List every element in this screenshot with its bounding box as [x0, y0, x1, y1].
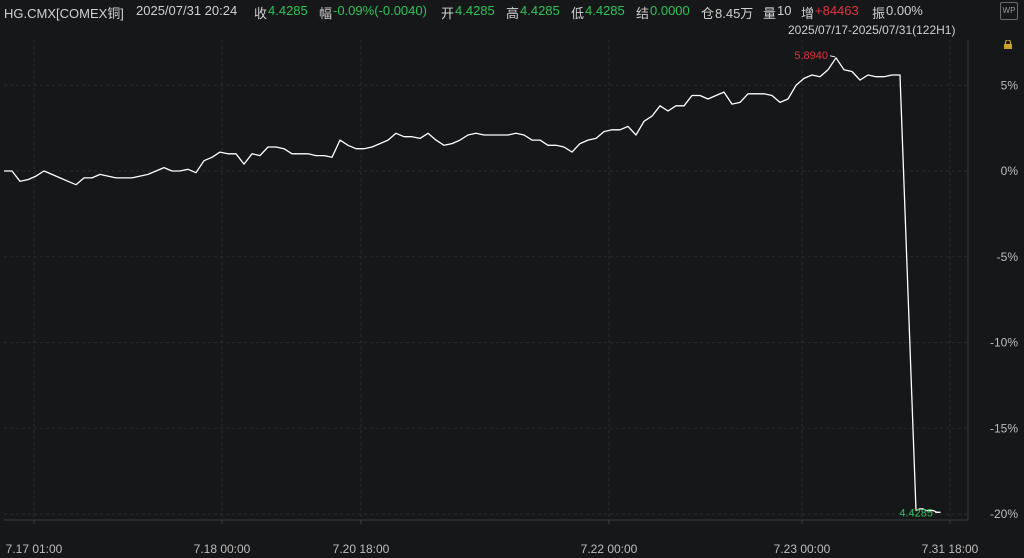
price-chart[interactable]: 5% 0% -5% -10% -15% -20% 7.17 01:00 7.18 00:00 7…	[0, 0, 1024, 558]
y-tick-label: 5%	[1001, 78, 1019, 92]
y-tick-label: -15%	[990, 421, 1018, 435]
x-tick-label: 7.31 18:00	[922, 542, 979, 556]
max-price-label: 5.8940	[794, 50, 828, 62]
y-tick-label: -20%	[990, 507, 1018, 521]
y-tick-label: -5%	[997, 250, 1019, 264]
price-line	[4, 57, 941, 513]
x-tick-label: 7.17 01:00	[6, 542, 63, 556]
x-tick-label: 7.23 00:00	[774, 542, 831, 556]
y-tick-label: -10%	[990, 336, 1018, 350]
min-price-label: 4.4285	[899, 507, 933, 519]
x-tick-label: 7.22 00:00	[581, 542, 638, 556]
x-tick-label: 7.18 00:00	[194, 542, 251, 556]
x-tick-label: 7.20 18:00	[333, 542, 390, 556]
y-tick-label: 0%	[1001, 164, 1019, 178]
max-pointer	[829, 55, 836, 58]
